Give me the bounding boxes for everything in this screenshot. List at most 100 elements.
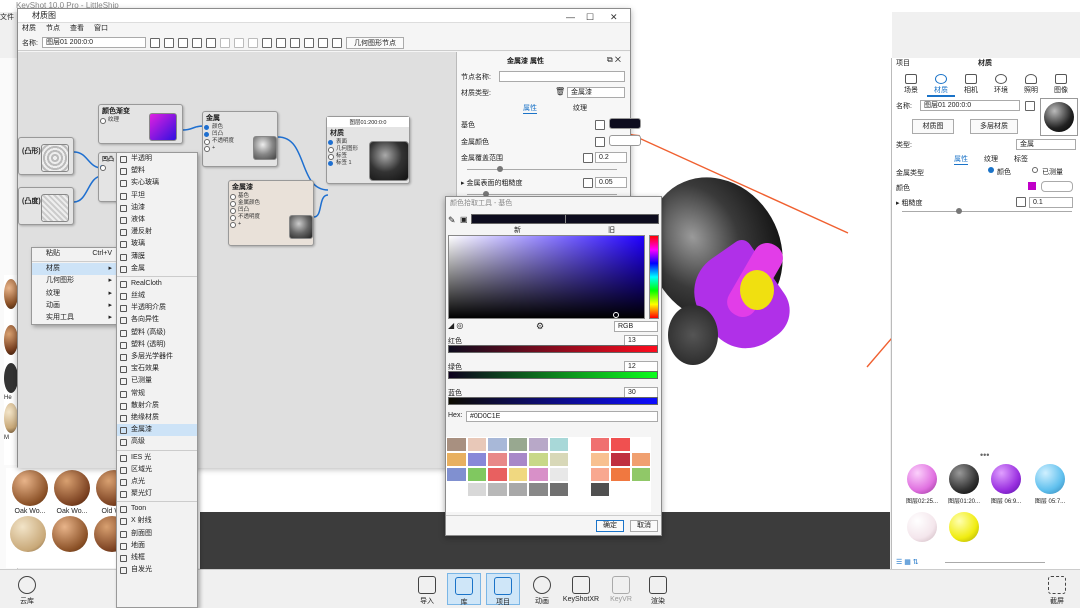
rp-color-field[interactable]	[1041, 181, 1073, 192]
tab-scene[interactable]: 场景	[897, 74, 925, 97]
rp-type-select[interactable]: 金属	[1016, 139, 1076, 150]
swatch-item[interactable]: 图层02:25...	[902, 464, 942, 505]
color-swatch[interactable]	[446, 467, 467, 482]
submenu-item[interactable]: 塑料 (高级)	[117, 327, 197, 339]
color-swatch[interactable]	[589, 437, 610, 452]
texture-icon[interactable]	[177, 37, 188, 48]
color-swatch[interactable]	[466, 467, 487, 482]
color-swatch[interactable]	[528, 497, 549, 512]
trash-icon[interactable]: 🗑	[555, 87, 565, 96]
submenu-item[interactable]: 自发光	[117, 564, 197, 576]
roughness-slider[interactable]	[467, 194, 617, 195]
color-swatch[interactable]	[630, 437, 651, 452]
submenu-item[interactable]: 金属	[117, 263, 197, 275]
color-swatch[interactable]	[528, 452, 549, 467]
color-swatch[interactable]	[610, 482, 631, 497]
submenu-item[interactable]: 平坦	[117, 190, 197, 202]
color-swatch[interactable]	[487, 437, 508, 452]
import-button[interactable]: 导入	[410, 576, 444, 606]
color-swatch[interactable]	[528, 437, 549, 452]
color-swatch[interactable]	[589, 497, 610, 512]
submenu-item[interactable]: 液体	[117, 214, 197, 226]
texture-icon[interactable]	[595, 120, 605, 130]
node-metal-paint[interactable]: 金属漆 基色 金属颜色 凹凸 不透明度 +	[228, 180, 314, 246]
color-swatch[interactable]	[446, 452, 467, 467]
color-swatch[interactable]	[446, 497, 467, 512]
submenu-item[interactable]: 高级	[117, 436, 197, 448]
color-swatch[interactable]	[589, 467, 610, 482]
props-tab-texture[interactable]: 纹理	[573, 103, 587, 113]
submenu-item[interactable]: 多层光学器件	[117, 351, 197, 363]
mg-name-input[interactable]: 图层01 200:0:0	[41, 37, 146, 48]
color-swatch[interactable]	[569, 452, 590, 467]
texture-icon[interactable]	[583, 153, 593, 163]
texture-icon[interactable]	[595, 137, 605, 147]
color-swatch[interactable]	[569, 482, 590, 497]
color-swatch[interactable]	[528, 467, 549, 482]
keyshotxr-button[interactable]: KeyShotXR	[562, 576, 600, 603]
submenu-item[interactable]: 塑料 (透明)	[117, 339, 197, 351]
swatch-item[interactable]	[944, 512, 984, 544]
color-swatch[interactable]	[548, 437, 569, 452]
submenu-item[interactable]: 实心玻璃	[117, 177, 197, 189]
cancel-button[interactable]: 取消	[630, 520, 658, 532]
screenshot-button[interactable]: 截屏	[1040, 576, 1074, 606]
color-swatch[interactable]	[610, 497, 631, 512]
color-swatch[interactable]	[569, 497, 590, 512]
color-swatch[interactable]	[589, 482, 610, 497]
roughness-input[interactable]: 0.05	[595, 177, 627, 188]
submenu-item[interactable]: 地面	[117, 540, 197, 552]
radio-color[interactable]	[988, 167, 994, 173]
color-swatch[interactable]	[507, 467, 528, 482]
node-material-output[interactable]: 图层01:200:0:0 材质 表面 几何图形 标签 标签 1	[326, 116, 410, 184]
tab-environment[interactable]: 环境	[987, 74, 1015, 97]
tab-camera[interactable]: 相机	[957, 74, 985, 97]
node-name-input[interactable]	[499, 71, 625, 82]
submenu-item[interactable]: 塑料	[117, 165, 197, 177]
library-button[interactable]: 库	[447, 573, 481, 606]
tab-lighting[interactable]: 照明	[1017, 74, 1045, 97]
node-bump-top[interactable]: (凸形)	[18, 137, 74, 175]
metal-coverage-slider[interactable]	[467, 169, 617, 170]
green-slider[interactable]	[448, 371, 658, 379]
close-icon[interactable]: ⧉ ✕	[607, 55, 621, 65]
blue-slider[interactable]	[448, 397, 658, 405]
color-swatch[interactable]	[466, 452, 487, 467]
maximize-icon[interactable]: ☐	[586, 10, 594, 24]
menu-window[interactable]: 窗口	[94, 23, 108, 35]
animation-button[interactable]: 动画	[525, 576, 559, 606]
node-port[interactable]: 基色	[229, 193, 313, 200]
material-graph-button[interactable]: 材质图	[912, 119, 954, 134]
close-icon[interactable]: ✕	[610, 10, 618, 24]
rp-color-swatch[interactable]	[1028, 182, 1036, 190]
color-swatch[interactable]	[610, 452, 631, 467]
rp-roughness-slider[interactable]	[902, 211, 1072, 212]
radio-measured[interactable]	[1032, 167, 1038, 173]
menu-material[interactable]: 材质	[22, 23, 36, 35]
library-swatch[interactable]	[4, 279, 18, 309]
submenu-item[interactable]: X 射线	[117, 515, 197, 527]
multi-material-button[interactable]: 多层材质	[970, 119, 1018, 134]
material-icon[interactable]	[163, 37, 174, 48]
node-metal[interactable]: 金属 颜色 凹凸 不透明度 +	[202, 111, 278, 167]
ok-button[interactable]: 确定	[596, 520, 624, 532]
submenu-item[interactable]: IES 光	[117, 452, 197, 464]
cloud-library-button[interactable]: 云库	[10, 576, 44, 606]
red-slider[interactable]	[448, 345, 658, 353]
node-bump-bottom[interactable]: (凸度)	[18, 187, 74, 225]
render-button[interactable]: 渲染	[641, 576, 675, 606]
color-swatch[interactable]	[610, 437, 631, 452]
geometry-node-button[interactable]: 几何图形节点	[345, 36, 404, 49]
save-icon[interactable]	[1025, 101, 1035, 111]
rp-slider-handle[interactable]	[956, 208, 962, 214]
tab-material[interactable]: 材质	[927, 74, 955, 97]
color-swatch[interactable]	[466, 497, 487, 512]
submenu-item[interactable]: 点光	[117, 476, 197, 488]
tab-image[interactable]: 图像	[1047, 74, 1075, 97]
menu-item-texture[interactable]: 纹理 ▸	[32, 288, 118, 300]
subtab-properties[interactable]: 属性	[954, 154, 968, 165]
menu-item-paste[interactable]: 粘贴 Ctrl+V	[32, 248, 118, 260]
color-swatch[interactable]	[569, 467, 590, 482]
submenu-item[interactable]: 各向异性	[117, 314, 197, 326]
base-color-swatch[interactable]	[609, 118, 641, 129]
